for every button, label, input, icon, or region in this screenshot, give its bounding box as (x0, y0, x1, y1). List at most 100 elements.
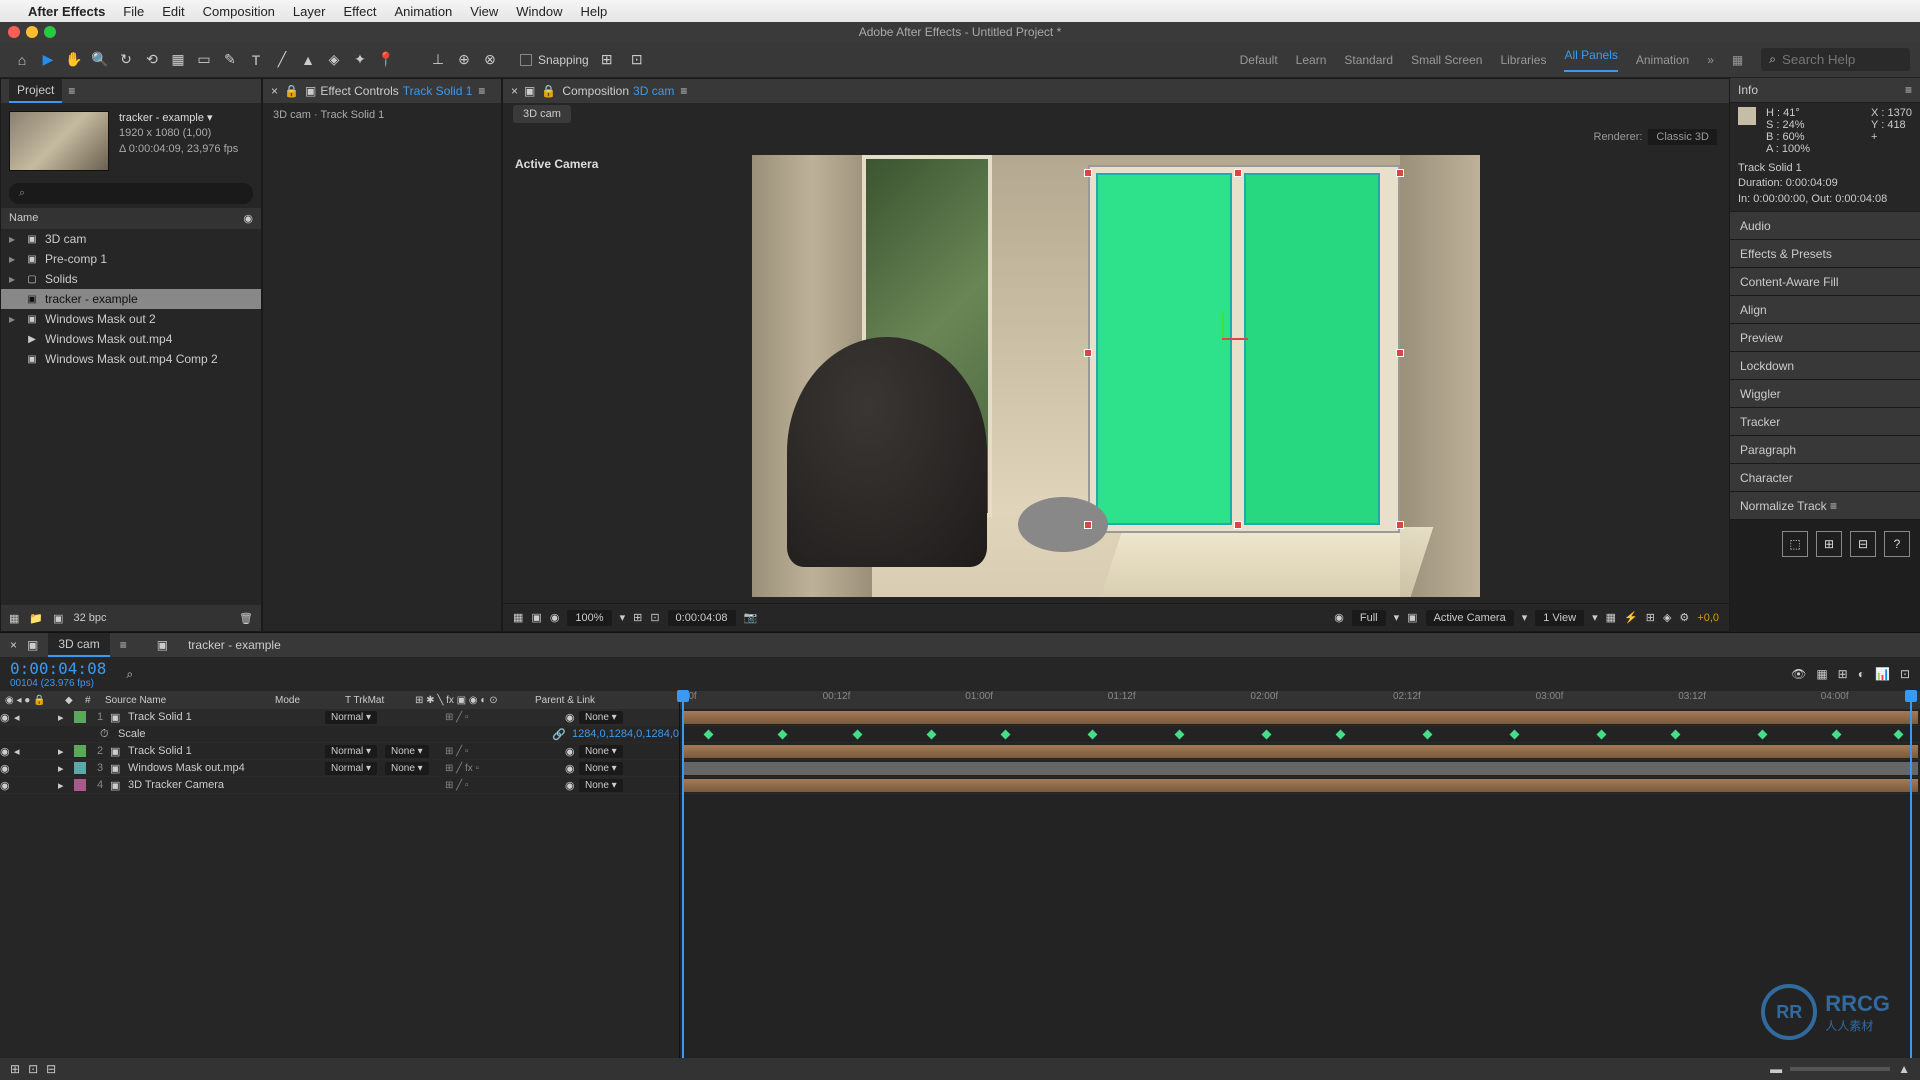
timeline-tracks[interactable]: :00f00:12f01:00f01:12f02:00f02:12f03:00f… (680, 691, 1920, 1058)
axis-local-icon[interactable]: ⊥ (426, 48, 450, 72)
home-icon[interactable]: ⌂ (10, 48, 34, 72)
ws-libraries[interactable]: Libraries (1500, 53, 1546, 67)
corner-btn-1[interactable]: ⬚ (1782, 531, 1808, 557)
close-icon[interactable] (8, 26, 20, 38)
type-tool-icon[interactable]: T (244, 48, 268, 72)
toggle-in-out-icon[interactable]: ⊟ (46, 1062, 56, 1076)
channel-icon[interactable]: ▣ (531, 611, 541, 624)
track-solid-2[interactable] (1244, 173, 1380, 525)
orbit-tool-icon[interactable]: ↻ (114, 48, 138, 72)
time-ruler[interactable]: :00f00:12f01:00f01:12f02:00f02:12f03:00f… (680, 691, 1920, 709)
side-panel-align[interactable]: Align (1730, 296, 1920, 324)
side-panel-lockdown[interactable]: Lockdown (1730, 352, 1920, 380)
alpha-icon[interactable]: ▦ (513, 611, 523, 624)
col-parent[interactable]: Parent & Link (530, 695, 630, 706)
lock-icon[interactable]: 🔒 (284, 84, 299, 98)
views-arrow-icon[interactable]: ▾ (1592, 611, 1598, 624)
keyframe[interactable] (1894, 730, 1904, 740)
layer-bar-4[interactable] (682, 779, 1918, 792)
comp-flow-tab[interactable]: 3D cam (513, 105, 571, 123)
keyframe[interactable] (1336, 730, 1346, 740)
camera-tool-icon[interactable]: ▦ (166, 48, 190, 72)
tl-search-icon[interactable]: ⌕ (126, 667, 133, 682)
keyframe[interactable] (778, 730, 788, 740)
new-folder-icon[interactable]: 📁 (29, 612, 43, 625)
interpret-icon[interactable]: ▦ (9, 612, 19, 625)
camera-dropdown[interactable]: Active Camera (1426, 610, 1514, 626)
keyframe[interactable] (1757, 730, 1767, 740)
tl-menu-icon[interactable]: ≡ (120, 638, 127, 652)
ws-animation[interactable]: Animation (1636, 53, 1689, 67)
delete-icon[interactable]: 🗑 (239, 612, 253, 625)
selection-tool-icon[interactable]: ▶ (36, 48, 60, 72)
new-comp-icon[interactable]: ▣ (53, 612, 63, 625)
keyframe[interactable] (1832, 730, 1842, 740)
side-panel-audio[interactable]: Audio (1730, 212, 1920, 240)
maximize-icon[interactable] (44, 26, 56, 38)
current-timecode[interactable]: 0:00:04:08 (10, 659, 106, 678)
project-item[interactable]: ▸▣Pre-comp 1 (1, 249, 261, 269)
views-dropdown[interactable]: 1 View (1535, 610, 1584, 626)
composition-viewer[interactable]: Active Camera (503, 149, 1729, 603)
side-panel-content-aware-fill[interactable]: Content-Aware Fill (1730, 268, 1920, 296)
renderer-dropdown[interactable]: Classic 3D (1648, 129, 1717, 145)
hand-tool-icon[interactable]: ✋ (62, 48, 86, 72)
tl-tab-3dcam[interactable]: 3D cam (48, 633, 109, 657)
corner-btn-4[interactable]: ? (1884, 531, 1910, 557)
keyframe[interactable] (1671, 730, 1681, 740)
track-solid-1[interactable] (1096, 173, 1232, 525)
menu-view[interactable]: View (470, 4, 498, 19)
info-menu-icon[interactable]: ≡ (1905, 83, 1912, 97)
zoom-out-icon[interactable]: ▬ (1770, 1062, 1782, 1076)
camera-arrow-icon[interactable]: ▾ (1522, 611, 1528, 624)
menu-animation[interactable]: Animation (394, 4, 452, 19)
roto-tool-icon[interactable]: ✦ (348, 48, 372, 72)
col-switches[interactable]: ⊞ ✱ ╲ fx ▣ ◉ ◐ ⊙ (410, 695, 530, 706)
keyframe[interactable] (1175, 730, 1185, 740)
layer-row[interactable]: ◉◂▸1▣Track Solid 1Normal ▾⊞ ╱ ▫◉None ▾ (0, 709, 679, 726)
eraser-tool-icon[interactable]: ◈ (322, 48, 346, 72)
project-item[interactable]: ▸▢Solids (1, 269, 261, 289)
axis-view-icon[interactable]: ⊗ (478, 48, 502, 72)
comp-lock-icon[interactable]: 🔒 (541, 84, 556, 98)
color-mgmt-icon[interactable]: ◉ (1334, 611, 1344, 624)
app-name[interactable]: After Effects (28, 4, 105, 19)
col-trkmat[interactable]: T TrkMat (340, 695, 410, 706)
puppet-tool-icon[interactable]: 📍 (374, 48, 398, 72)
current-time-indicator[interactable] (682, 691, 684, 1058)
keyframe[interactable] (1423, 730, 1433, 740)
col-mode[interactable]: Mode (270, 695, 340, 706)
tl-motionblur-icon[interactable]: ◐ (1858, 667, 1865, 681)
region-icon[interactable]: ▣ (1407, 611, 1417, 624)
side-panel-paragraph[interactable]: Paragraph (1730, 436, 1920, 464)
ws-learn[interactable]: Learn (1296, 53, 1327, 67)
side-panel-effects---presets[interactable]: Effects & Presets (1730, 240, 1920, 268)
fx-tab-label[interactable]: Effect Controls (320, 84, 398, 98)
keyframe[interactable] (1509, 730, 1519, 740)
layer-bar-1[interactable] (682, 711, 1918, 724)
zoom-in-icon[interactable]: ▲ (1898, 1062, 1910, 1076)
project-item[interactable]: ▣tracker - example (1, 289, 261, 309)
keyframe[interactable] (1088, 730, 1098, 740)
layer-row[interactable]: ◉▸3▣Windows Mask out.mp4Normal ▾None ▾⊞ … (0, 760, 679, 777)
pixel-aspect-icon[interactable]: ▦ (1606, 611, 1616, 624)
fx-menu-icon[interactable]: ≡ (478, 84, 485, 98)
panel-menu-icon[interactable]: ≡ (68, 84, 75, 98)
side-panel-tracker[interactable]: Tracker (1730, 408, 1920, 436)
tl-frameblend-icon[interactable]: ⊞ (1838, 667, 1848, 681)
keyframe[interactable] (1261, 730, 1271, 740)
ws-smallscreen[interactable]: Small Screen (1411, 53, 1482, 67)
col-label-icon[interactable]: ◆ (60, 695, 80, 706)
brush-tool-icon[interactable]: ╱ (270, 48, 294, 72)
project-item[interactable]: ▣Windows Mask out.mp4 Comp 2 (1, 349, 261, 369)
ws-default[interactable]: Default (1240, 53, 1278, 67)
keyframe[interactable] (703, 730, 713, 740)
fx-close-icon[interactable]: × (271, 84, 278, 98)
snap-opt1-icon[interactable]: ⊞ (595, 48, 619, 72)
toggle-switches-icon[interactable]: ⊞ (10, 1062, 20, 1076)
menu-edit[interactable]: Edit (162, 4, 184, 19)
comp-tab-label[interactable]: Composition (562, 84, 629, 98)
menu-file[interactable]: File (123, 4, 144, 19)
resolution-dropdown[interactable]: Full (1352, 610, 1386, 626)
project-item[interactable]: ▶Windows Mask out.mp4 (1, 329, 261, 349)
